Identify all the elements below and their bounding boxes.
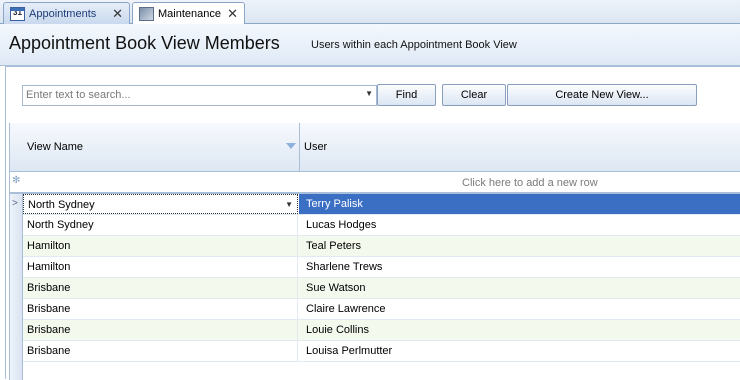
cell-view-name[interactable]: Hamilton — [23, 257, 298, 277]
close-icon[interactable]: ✕ — [112, 6, 123, 22]
table-row[interactable]: Hamilton Teal Peters — [23, 236, 740, 257]
tab-label: Appointments — [29, 7, 97, 20]
new-row[interactable]: ✻ Click here to add a new row — [10, 172, 740, 194]
row-indicator-column — [10, 194, 23, 380]
new-row-star-icon: ✻ — [12, 175, 21, 186]
calendar-icon: 31 — [10, 6, 25, 21]
cell-text: Brisbane — [27, 282, 71, 294]
page-subtitle: Users within each Appointment Book View — [311, 39, 517, 51]
cell-user[interactable]: Teal Peters — [299, 236, 740, 256]
table-row[interactable]: Hamilton Sharlene Trews — [23, 257, 740, 278]
toolbar: Enter text to search... ▼ Find Clear Cre… — [6, 67, 740, 122]
chevron-down-icon[interactable]: ▼ — [285, 195, 293, 215]
cell-user[interactable]: Terry Palisk — [299, 194, 740, 214]
cell-user[interactable]: Louisa Perlmutter — [299, 341, 740, 361]
tab-bar: 31 Appointments ✕ Maintenance ✕ — [0, 0, 740, 25]
create-new-view-button[interactable]: Create New View... — [507, 84, 697, 106]
page-header: Appointment Book View Members Users with… — [0, 24, 740, 66]
cell-text: North Sydney — [27, 219, 94, 231]
cell-text: Hamilton — [27, 261, 71, 273]
chevron-down-icon[interactable]: ▼ — [365, 89, 373, 98]
search-input[interactable]: Enter text to search... ▼ — [22, 85, 377, 106]
table-row[interactable]: Brisbane Louisa Perlmutter — [23, 341, 740, 362]
cell-user[interactable]: Claire Lawrence — [299, 299, 740, 319]
tab-appointments[interactable]: 31 Appointments ✕ — [3, 2, 130, 24]
sort-descending-icon — [286, 143, 296, 149]
cell-view-name[interactable]: Brisbane — [23, 320, 298, 340]
tab-label: Maintenance — [158, 8, 221, 20]
search-placeholder: Enter text to search... — [26, 89, 131, 101]
cell-view-name[interactable]: Brisbane — [23, 341, 298, 361]
cell-user[interactable]: Louie Collins — [299, 320, 740, 340]
find-button[interactable]: Find — [377, 84, 436, 106]
cell-text: Hamilton — [27, 240, 71, 252]
table-row[interactable]: Brisbane Claire Lawrence — [23, 299, 740, 320]
clear-button[interactable]: Clear — [442, 84, 506, 106]
cell-view-name[interactable]: Brisbane — [23, 299, 298, 319]
content-panel: Enter text to search... ▼ Find Clear Cre… — [5, 66, 740, 380]
table-row[interactable]: Brisbane Louie Collins — [23, 320, 740, 341]
cell-view-name[interactable]: Hamilton — [23, 236, 298, 256]
data-grid: View Name User ✻ Click here to add a new… — [9, 123, 740, 380]
cell-view-name[interactable]: Brisbane — [23, 278, 298, 298]
column-header-user[interactable]: User — [300, 123, 740, 172]
wrench-icon — [139, 7, 154, 21]
column-header-view-name[interactable]: View Name — [23, 123, 299, 172]
cell-text: Brisbane — [27, 345, 71, 357]
cell-text: Brisbane — [27, 303, 71, 315]
cell-text: North Sydney — [28, 199, 95, 211]
cell-view-name[interactable]: North Sydney — [23, 215, 298, 235]
grid-header: View Name User — [10, 123, 740, 172]
table-row[interactable]: North Sydney Lucas Hodges — [23, 215, 740, 236]
cell-user[interactable]: Lucas Hodges — [299, 215, 740, 235]
cell-view-name[interactable]: North Sydney ▼ — [23, 194, 298, 214]
cell-user[interactable]: Sue Watson — [299, 278, 740, 298]
current-row-arrow-icon: > — [12, 198, 18, 209]
new-row-hint: Click here to add a new row — [462, 177, 598, 189]
tab-maintenance[interactable]: Maintenance ✕ — [132, 2, 245, 25]
table-row[interactable]: Brisbane Sue Watson — [23, 278, 740, 299]
table-row[interactable]: North Sydney ▼ Terry Palisk — [23, 194, 740, 215]
cell-user[interactable]: Sharlene Trews — [299, 257, 740, 277]
close-icon[interactable]: ✕ — [227, 6, 238, 22]
page-title: Appointment Book View Members — [9, 33, 280, 53]
cell-text: Brisbane — [27, 324, 71, 336]
